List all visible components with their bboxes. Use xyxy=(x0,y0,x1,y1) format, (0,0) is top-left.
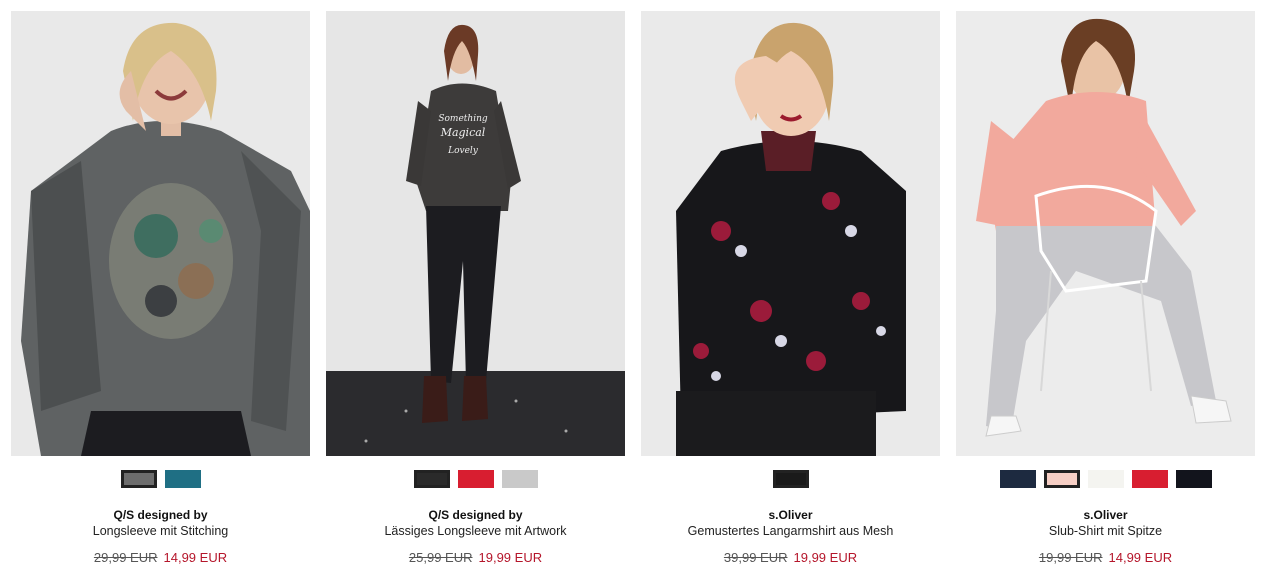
product-image[interactable]: Something Magical Lovely xyxy=(326,11,625,456)
original-price: 19,99 EUR xyxy=(1038,550,1103,565)
product-card: Q/S designed by Longsleeve mit Stitching… xyxy=(11,11,310,571)
product-price: 19,99 EUR 14,99 EUR xyxy=(956,550,1255,565)
product-image[interactable] xyxy=(641,11,940,456)
product-photo xyxy=(641,11,940,456)
product-name[interactable]: Slub-Shirt mit Spitze xyxy=(956,524,1255,538)
svg-text:Lovely: Lovely xyxy=(447,146,479,156)
color-swatches xyxy=(11,470,310,490)
product-price: 29,99 EUR 14,99 EUR xyxy=(11,550,310,565)
original-price: 29,99 EUR xyxy=(93,550,158,565)
svg-text:Magical: Magical xyxy=(440,126,486,139)
product-name[interactable]: Gemustertes Langarmshirt aus Mesh xyxy=(641,524,940,538)
color-swatch[interactable] xyxy=(413,470,450,488)
product-card: s.Oliver Slub-Shirt mit Spitze 19,99 EUR… xyxy=(956,11,1255,571)
sale-price: 14,99 EUR xyxy=(1108,550,1173,565)
product-image[interactable] xyxy=(11,11,310,456)
color-swatch[interactable] xyxy=(1131,470,1168,488)
product-brand: Q/S designed by xyxy=(428,508,523,522)
product-photo xyxy=(956,11,1255,456)
color-swatch[interactable] xyxy=(999,470,1036,488)
product-price: 39,99 EUR 19,99 EUR xyxy=(641,550,940,565)
product-image[interactable] xyxy=(956,11,1255,456)
product-price: 25,99 EUR 19,99 EUR xyxy=(326,550,625,565)
product-brand: Q/S designed by xyxy=(113,508,208,522)
product-photo xyxy=(11,11,310,456)
product-card: s.Oliver Gemustertes Langarmshirt aus Me… xyxy=(641,11,940,571)
product-brand: s.Oliver xyxy=(1083,508,1128,522)
original-price: 25,99 EUR xyxy=(408,550,473,565)
original-price: 39,99 EUR xyxy=(723,550,788,565)
product-brand: s.Oliver xyxy=(768,508,813,522)
color-swatch[interactable] xyxy=(164,470,201,488)
color-swatch[interactable] xyxy=(457,470,494,488)
product-card: Something Magical Lovely Q/S designed by… xyxy=(326,11,625,571)
color-swatches xyxy=(326,470,625,490)
product-name[interactable]: Longsleeve mit Stitching xyxy=(11,524,310,538)
sale-price: 14,99 EUR xyxy=(163,550,228,565)
sale-price: 19,99 EUR xyxy=(478,550,543,565)
product-name[interactable]: Lässiges Longsleeve mit Artwork xyxy=(326,524,625,538)
sale-price: 19,99 EUR xyxy=(793,550,858,565)
product-photo: Something Magical Lovely xyxy=(326,11,625,456)
color-swatch[interactable] xyxy=(1175,470,1212,488)
svg-text:Something: Something xyxy=(438,114,488,124)
product-grid: Q/S designed by Longsleeve mit Stitching… xyxy=(0,0,1266,576)
color-swatch[interactable] xyxy=(1087,470,1124,488)
color-swatch[interactable] xyxy=(120,470,157,488)
color-swatch[interactable] xyxy=(772,470,809,488)
color-swatches xyxy=(956,470,1255,490)
color-swatches xyxy=(641,470,940,490)
color-swatch[interactable] xyxy=(1043,470,1080,488)
color-swatch[interactable] xyxy=(501,470,538,488)
